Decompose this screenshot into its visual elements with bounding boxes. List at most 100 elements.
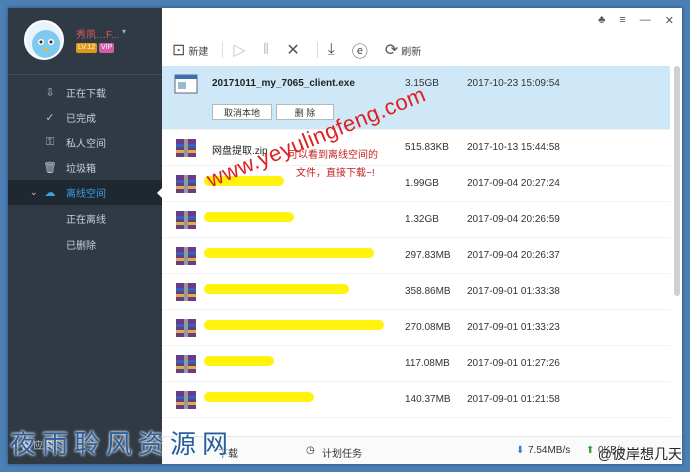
file-name: 20171011_my_7065_client.exe xyxy=(212,78,355,89)
table-row[interactable]: 297.83MB 2017-09-04 20:26:37 xyxy=(162,238,670,274)
delete-button[interactable]: ✕ xyxy=(286,40,302,60)
browser-button[interactable]: ⓔ xyxy=(352,38,371,62)
toolbar-divider xyxy=(316,42,318,58)
user-name[interactable]: 秀夙…F... xyxy=(76,26,119,41)
redacted-name xyxy=(204,212,294,222)
file-size: 1.32GB xyxy=(405,214,439,225)
download-speed-icon: ⬇ xyxy=(516,445,525,456)
download-speed: 7.54MB/s xyxy=(528,445,571,456)
sidebar-subitem-offline-running[interactable]: 正在离线 xyxy=(8,205,162,231)
main-panel: ♣ ≡ — ✕ ⊡ 新建 ▷ ‖ ✕ ⤓ ⓔ ⟳ 刷新 20171011_my_… xyxy=(162,8,682,464)
cloud-icon: ☁ xyxy=(44,187,56,199)
archive-file-icon xyxy=(176,175,196,193)
pause-icon: ‖ xyxy=(262,41,270,58)
archive-file-icon xyxy=(176,391,196,409)
delete-x-icon: ✕ xyxy=(286,42,300,59)
table-row[interactable]: 117.08MB 2017-09-01 01:27:26 xyxy=(162,346,670,382)
chevron-down-icon: ⌄ xyxy=(30,187,38,197)
archive-file-icon xyxy=(176,211,196,229)
vip-badge: VIP xyxy=(99,43,115,53)
avatar[interactable] xyxy=(24,20,64,60)
archive-file-icon xyxy=(176,247,196,265)
file-time: 2017-09-04 20:27:24 xyxy=(467,178,560,189)
sidebar-item-trash[interactable]: 🗑 垃圾箱 xyxy=(8,155,162,180)
close-icon[interactable]: ✕ xyxy=(665,14,674,27)
file-time: 2017-09-01 01:27:26 xyxy=(467,358,560,369)
redacted-name xyxy=(204,284,349,294)
download-icon: ⇩ xyxy=(45,87,55,99)
annotation-line-2: 文件，直接下载~! xyxy=(296,168,375,179)
table-row[interactable]: 270.08MB 2017-09-01 01:33:23 xyxy=(162,310,670,346)
new-label: 新建 xyxy=(188,46,209,58)
refresh-button[interactable]: ⟳ 刷新 xyxy=(385,40,421,60)
table-row[interactable]: 1.32GB 2017-09-04 20:26:59 xyxy=(162,202,670,238)
profile: 秀夙…F... ▾ LV.12 VIP xyxy=(8,8,162,74)
file-size: 297.83MB xyxy=(405,250,451,261)
app-window: 秀夙…F... ▾ LV.12 VIP ⇩ 正在下载 ✓ 已完成 ⚿ 私人空间 … xyxy=(8,8,682,464)
trash-icon: 🗑 xyxy=(43,162,57,174)
file-time: 2017-09-04 20:26:37 xyxy=(467,250,560,261)
archive-file-icon xyxy=(176,319,196,337)
sidebar-item-offline-space[interactable]: ⌄ ☁ 离线空间 xyxy=(8,180,163,205)
row-delete-button[interactable]: 删 除 xyxy=(276,104,334,120)
file-time: 2017-10-13 15:44:58 xyxy=(467,142,560,153)
pause-button[interactable]: ‖ xyxy=(263,41,273,59)
caret-down-icon[interactable]: ▾ xyxy=(122,27,126,36)
archive-file-icon xyxy=(176,283,196,301)
check-circle-icon: ✓ xyxy=(45,112,55,124)
new-button[interactable]: ⊡ 新建 xyxy=(172,40,208,60)
table-row[interactable]: 140.37MB 2017-09-01 01:21:58 xyxy=(162,382,670,418)
sidebar-subitem-label: 已删除 xyxy=(66,240,96,252)
upload-speed-icon: ⬆ xyxy=(586,445,595,456)
cancel-local-button[interactable]: 取消本地 xyxy=(212,104,272,120)
download-tray-icon: ⤓ xyxy=(327,41,335,58)
sidebar-item-completed[interactable]: ✓ 已完成 xyxy=(8,105,162,130)
sidebar-item-label: 已完成 xyxy=(66,114,96,125)
toolbar: ⊡ 新建 ▷ ‖ ✕ ⤓ ⓔ ⟳ 刷新 xyxy=(162,34,682,66)
archive-file-icon xyxy=(176,355,196,373)
toolbar-divider xyxy=(222,42,224,58)
download-button[interactable]: ⤓ xyxy=(328,41,338,59)
file-time: 2017-09-01 01:33:23 xyxy=(467,322,560,333)
watermark-weibo: @彼岸想几天 xyxy=(597,446,682,462)
exe-file-icon xyxy=(174,74,198,94)
redacted-name xyxy=(204,356,274,366)
sidebar: 秀夙…F... ▾ LV.12 VIP ⇩ 正在下载 ✓ 已完成 ⚿ 私人空间 … xyxy=(8,8,163,464)
redacted-name xyxy=(204,392,314,402)
menu-icon[interactable]: ≡ xyxy=(619,14,625,27)
minimize-icon[interactable]: — xyxy=(640,14,651,27)
file-time: 2017-09-04 20:26:59 xyxy=(467,214,560,225)
scrollbar[interactable] xyxy=(674,66,680,296)
file-size: 1.99GB xyxy=(405,178,439,189)
sidebar-item-downloading[interactable]: ⇩ 正在下载 xyxy=(8,80,162,105)
refresh-icon: ⟳ xyxy=(384,42,399,59)
ie-icon: ⓔ xyxy=(351,44,368,61)
new-task-icon: ⊡ xyxy=(172,42,186,59)
sidebar-item-label: 正在下载 xyxy=(66,89,106,100)
file-time: 2017-10-23 15:09:54 xyxy=(467,78,560,89)
file-list: 20171011_my_7065_client.exe 3.15GB 2017-… xyxy=(162,66,670,418)
file-size: 358.86MB xyxy=(405,286,451,297)
sidebar-item-label: 私人空间 xyxy=(66,139,106,150)
watermark-site-name: 夜雨聆风资源网 xyxy=(10,430,235,460)
plan-tasks-button[interactable]: 计划任务 xyxy=(322,445,362,460)
lock-icon: ⚿ xyxy=(45,136,55,148)
archive-file-icon xyxy=(176,139,196,157)
redacted-name xyxy=(204,320,384,330)
sidebar-subitem-deleted[interactable]: 已删除 xyxy=(8,231,162,257)
file-time: 2017-09-01 01:21:58 xyxy=(467,394,560,405)
sidebar-item-label: 垃圾箱 xyxy=(66,164,96,175)
clock-icon: ◷ xyxy=(306,445,315,456)
start-button[interactable]: ▷ xyxy=(233,40,248,60)
window-controls: ♣ ≡ — ✕ xyxy=(598,14,674,27)
file-size: 515.83KB xyxy=(405,142,449,153)
file-time: 2017-09-01 01:33:38 xyxy=(467,286,560,297)
file-size: 270.08MB xyxy=(405,322,451,333)
skin-icon[interactable]: ♣ xyxy=(598,14,605,27)
level-badge: LV.12 xyxy=(76,43,98,53)
table-row[interactable]: 358.86MB 2017-09-01 01:33:38 xyxy=(162,274,670,310)
sidebar-item-label: 离线空间 xyxy=(66,189,106,200)
sidebar-subitem-label: 正在离线 xyxy=(66,214,106,226)
file-size: 140.37MB xyxy=(405,394,451,405)
sidebar-item-private-space[interactable]: ⚿ 私人空间 xyxy=(8,130,162,155)
